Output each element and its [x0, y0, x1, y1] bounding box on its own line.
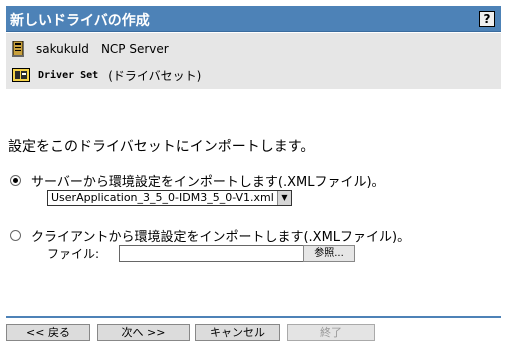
server-file-select[interactable]: UserApplication_3_5_0-IDM3_5_0-V1.xml ▼	[47, 190, 292, 206]
info-panel: sakukuld NCP Server Driver Set (ドライバセット)	[6, 33, 501, 89]
server-option-label: サーバーから環境設定をインポートします(.XMLファイル)。	[31, 175, 385, 190]
server-radio[interactable]	[10, 175, 21, 186]
client-option-label: クライアントから環境設定をインポートします(.XMLファイル)。	[31, 230, 411, 245]
window-title: 新しいドライバの作成	[10, 13, 150, 29]
page-heading: 設定をこのドライバセットにインポートします。	[8, 139, 315, 155]
selected-file: UserApplication_3_5_0-IDM3_5_0-V1.xml	[51, 191, 274, 204]
chevron-down-icon[interactable]: ▼	[277, 191, 291, 205]
server-name: sakukuld	[36, 42, 89, 56]
import-from-server-option[interactable]: サーバーから環境設定をインポートします(.XMLファイル)。	[10, 171, 385, 190]
driver-set-row: Driver Set (ドライバセット)	[12, 65, 201, 85]
next-button[interactable]: 次へ >>	[97, 324, 190, 341]
footer-divider	[6, 316, 501, 318]
import-from-client-option[interactable]: クライアントから環境設定をインポートします(.XMLファイル)。	[10, 226, 410, 245]
driver-set-name: Driver Set	[38, 69, 99, 81]
file-path-input[interactable]	[119, 245, 304, 262]
driver-set-icon	[12, 68, 30, 82]
finish-button: 終了	[287, 324, 375, 341]
server-type: NCP Server	[100, 42, 169, 56]
browse-button[interactable]: 参照...	[303, 245, 355, 262]
server-row: sakukuld NCP Server	[12, 39, 169, 59]
title-bar: 新しいドライバの作成 ?	[6, 6, 501, 32]
client-radio[interactable]	[10, 230, 21, 241]
back-button[interactable]: << 戻る	[6, 324, 90, 341]
cancel-button[interactable]: キャンセル	[195, 324, 280, 341]
driver-set-type: (ドライバセット)	[108, 68, 202, 83]
file-label: ファイル:	[47, 247, 100, 261]
server-icon	[12, 41, 24, 57]
help-icon[interactable]: ?	[479, 11, 495, 27]
